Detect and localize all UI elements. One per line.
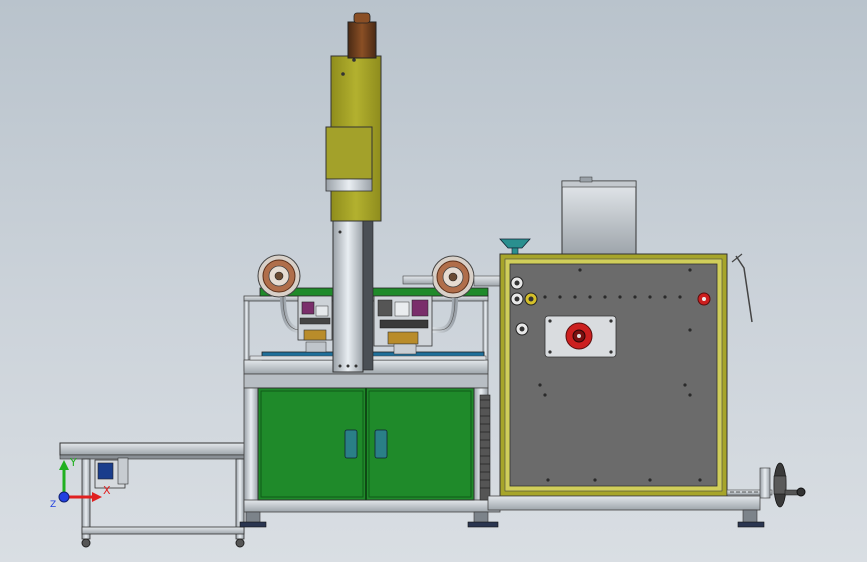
left-mechanism (297, 295, 333, 353)
cabinet-door-handle-right (374, 429, 388, 459)
y-axis-label: Y (70, 456, 77, 469)
top-enclosure (561, 176, 637, 255)
axis-triad: X Y Z (48, 456, 118, 512)
z-axis-label: Z (50, 500, 57, 510)
right-base (487, 495, 765, 528)
right-control-panel (499, 253, 728, 497)
cabinet-door-handle-left (344, 429, 358, 459)
x-axis-label: X (103, 484, 111, 497)
sensor-cable (735, 255, 753, 323)
tape-reel-left (257, 254, 301, 298)
green-cabinet (257, 387, 491, 501)
olive-press-housing (325, 55, 382, 222)
z-axis-dot (58, 491, 70, 503)
funnel (499, 238, 531, 255)
servo-motor (347, 12, 377, 59)
center-mechanism (373, 295, 433, 355)
cad-render-canvas (59, 12, 806, 548)
tape-reel-right (431, 255, 475, 299)
